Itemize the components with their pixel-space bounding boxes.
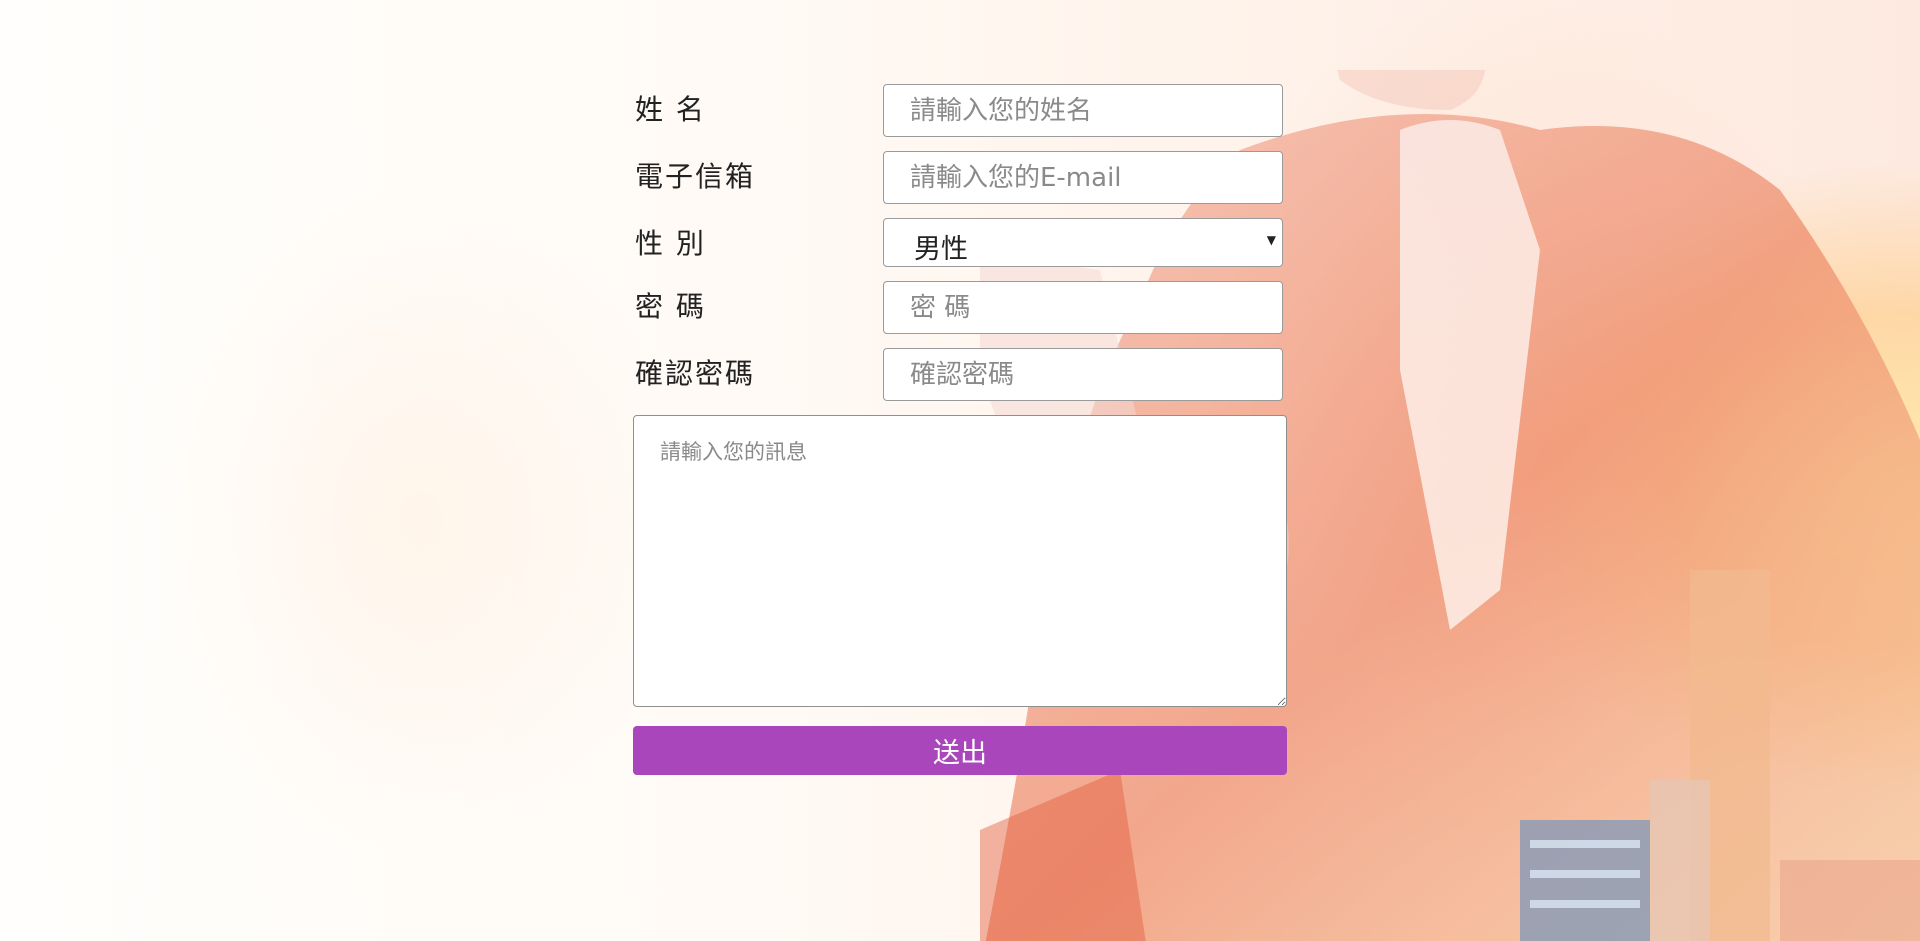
confirm-password-input[interactable] xyxy=(883,348,1283,401)
password-row: 密 碼 xyxy=(633,281,1287,336)
page: 姓 名 電子信箱 性 別 男性 ▼ 密 碼 確認密碼 送出 xyxy=(0,0,1920,941)
email-label: 電子信箱 xyxy=(635,160,756,193)
email-row: 電子信箱 xyxy=(633,151,1287,206)
message-textarea[interactable] xyxy=(633,415,1287,707)
gender-select[interactable]: 男性 ▼ xyxy=(883,218,1283,267)
confirm-password-row: 確認密碼 xyxy=(633,348,1287,403)
password-label: 密 碼 xyxy=(635,290,706,323)
gender-selected-value: 男性 xyxy=(914,234,968,265)
email-input[interactable] xyxy=(883,151,1283,204)
password-input[interactable] xyxy=(883,281,1283,334)
name-row: 姓 名 xyxy=(633,84,1287,139)
name-label: 姓 名 xyxy=(635,93,706,126)
submit-button[interactable]: 送出 xyxy=(633,726,1287,775)
chevron-down-icon: ▼ xyxy=(1266,233,1276,247)
city-skyline-illustration xyxy=(1520,570,1920,941)
gender-label: 性 別 xyxy=(635,227,706,260)
confirm-password-label: 確認密碼 xyxy=(635,357,756,390)
name-input[interactable] xyxy=(883,84,1283,137)
contact-form: 姓 名 電子信箱 性 別 男性 ▼ 密 碼 確認密碼 送出 xyxy=(633,84,1287,775)
gender-row: 性 別 男性 ▼ xyxy=(633,218,1287,268)
